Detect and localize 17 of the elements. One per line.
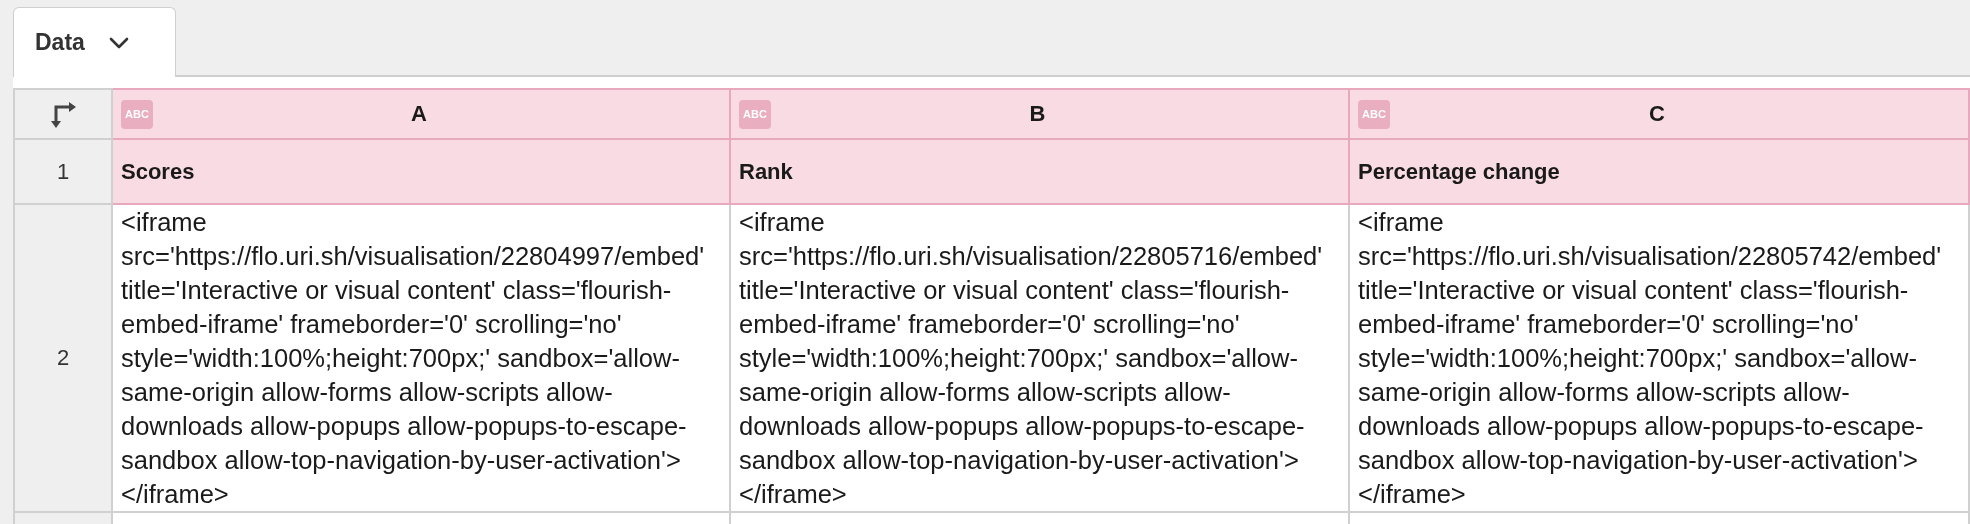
header-cell: Percentage change [1350,140,1970,205]
header-cell: Scores [113,140,731,205]
tab[interactable]: Data [13,7,176,77]
row-number: 2 [13,205,113,513]
column-header[interactable]: ABC A [113,88,731,140]
column-letter: C [1647,101,1666,127]
table-cell: <iframe src='https://flo.uri.sh/visualisation/22804997/embed' title='Interactive or visual content' class='flourish-embed-iframe' frameborder='0' scrolling='no' style='width:100%;height:700px;' sandbox='allow-same-origin allow-forms allow-scripts allow-downloads allow-popups allow-popups-to-escape-sandbox allow-top-navigation-by-user-activation'></iframe> [113,205,731,513]
column-header[interactable]: ABC C [1350,88,1970,140]
table-cell: <iframe src='https://flo.uri.sh/visualisation/22805716/embed' title='Interactive or visual content' class='flourish-embed-iframe' frameborder='0' scrolling='no' style='width:100%;height:700px;' sandbox='allow-same-origin allow-forms allow-scripts allow-downloads allow-popups allow-popups-to-escape-sandbox allow-top-navigation-by-user-activation'></iframe> [731,205,1350,513]
column-header[interactable]: ABC B [731,88,1350,140]
column-letter: B [1028,101,1047,127]
table-cell: <iframe src='https://flo.uri.sh/visualisation/22805742/embed' title='Interactive or visual content' class='flourish-embed-iframe' frameborder='0' scrolling='no' style='width:100%;height:700px;' sandbox='allow-same-origin allow-forms allow-scripts allow-downloads allow-popups allow-popups-to-escape-sandbox allow-top-navigation-by-user-activation'></iframe> [1350,205,1970,513]
turn-arrow-icon[interactable] [48,99,78,129]
row-number: 1 [13,140,113,205]
header-cell: Rank [731,140,1350,205]
column-letter: A [409,101,428,127]
chevron-down-icon [108,36,129,49]
